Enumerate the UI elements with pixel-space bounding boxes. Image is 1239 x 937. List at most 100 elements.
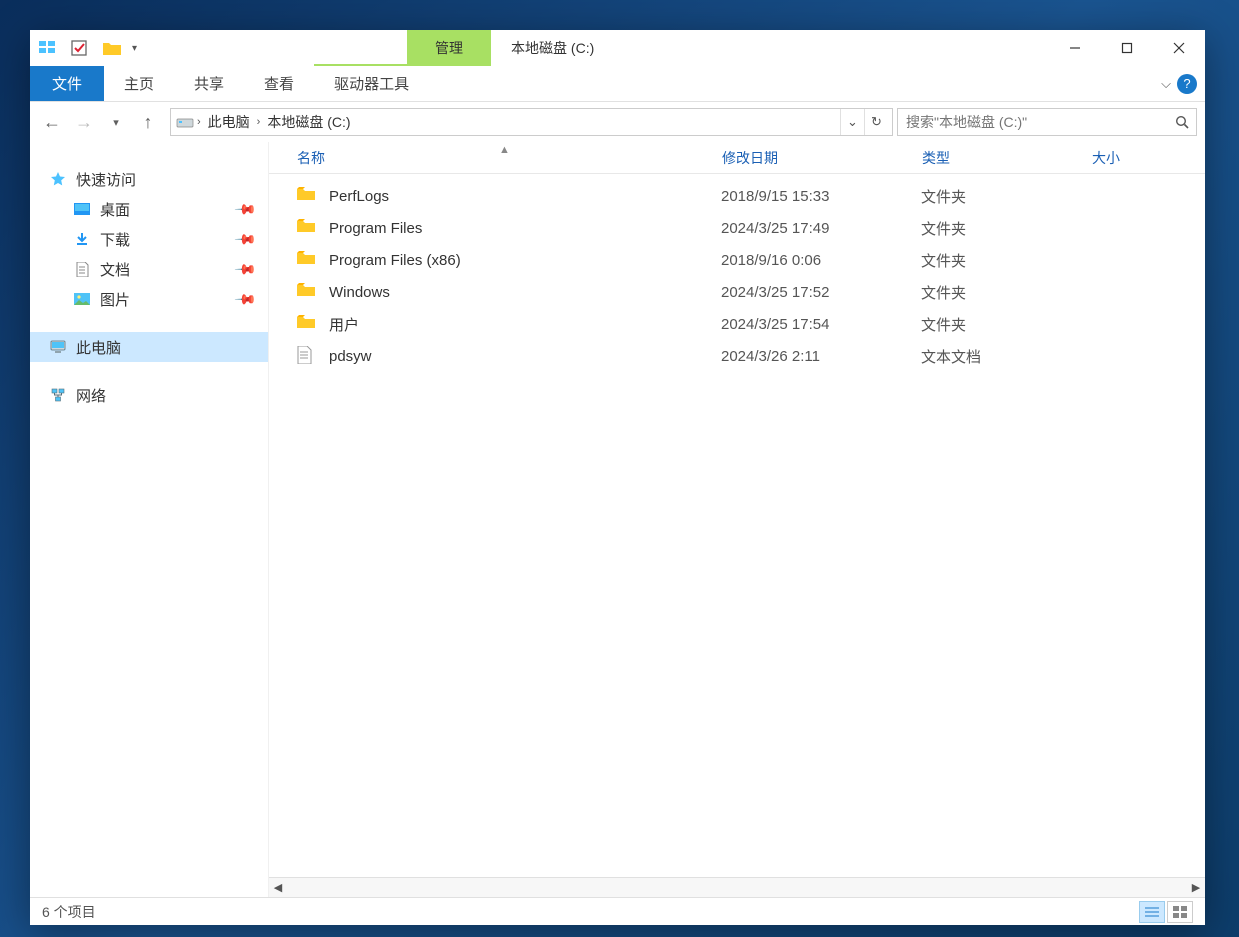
qat-dropdown-icon[interactable]: ▾ — [132, 43, 137, 54]
desktop-icon — [72, 201, 92, 217]
refresh-button[interactable]: ↻ — [864, 109, 888, 135]
drive-icon — [175, 113, 195, 131]
search-box[interactable] — [897, 108, 1197, 136]
file-date: 2024/3/26 2:11 — [721, 348, 921, 365]
app-icon[interactable] — [36, 36, 60, 60]
file-name: Program Files (x86) — [329, 252, 461, 269]
column-date[interactable]: 修改日期 — [722, 148, 922, 168]
sidebar-quick-access[interactable]: 快速访问 — [30, 164, 268, 194]
window-title: 本地磁盘 (C:) — [491, 30, 1049, 66]
navigation-pane: 快速访问 桌面 📌 下载 📌 文档 📌 图片 📌 — [30, 142, 268, 897]
file-name: pdsyw — [329, 348, 372, 365]
folder-icon — [297, 314, 319, 334]
ribbon: 文件 主页 共享 查看 驱动器工具 ⌵ ? — [30, 66, 1205, 102]
pin-icon: 📌 — [233, 227, 257, 251]
help-icon[interactable]: ? — [1177, 74, 1197, 94]
status-bar: 6 个项目 — [30, 897, 1205, 925]
thumbnails-view-button[interactable] — [1167, 901, 1193, 923]
file-type: 文件夹 — [921, 186, 1091, 207]
file-row[interactable]: 用户2024/3/25 17:54文件夹 — [269, 308, 1205, 340]
file-date: 2024/3/25 17:54 — [721, 316, 921, 333]
column-size[interactable]: 大小 — [1092, 148, 1120, 168]
forward-button[interactable]: → — [70, 108, 98, 136]
download-icon — [72, 231, 92, 247]
scroll-left-icon[interactable]: ◀ — [269, 879, 287, 897]
star-icon — [48, 171, 68, 187]
item-count: 6 个项目 — [42, 902, 96, 922]
file-type: 文件夹 — [921, 218, 1091, 239]
breadcrumb-this-pc[interactable]: 此电脑 — [203, 112, 255, 132]
sort-indicator-icon: ▲ — [499, 144, 510, 156]
body: 快速访问 桌面 📌 下载 📌 文档 📌 图片 📌 — [30, 142, 1205, 897]
picture-icon — [72, 291, 92, 307]
ribbon-expand-icon[interactable]: ⌵ — [1161, 76, 1171, 92]
up-button[interactable]: ↑ — [134, 108, 162, 136]
file-tab[interactable]: 文件 — [30, 66, 104, 101]
home-tab[interactable]: 主页 — [104, 66, 174, 101]
recent-dropdown-icon[interactable]: ▾ — [102, 108, 130, 136]
file-date: 2018/9/16 0:06 — [721, 252, 921, 269]
minimize-button[interactable] — [1049, 30, 1101, 66]
content-pane: 名称 ▲ 修改日期 类型 大小 PerfLogs2018/9/15 15:33文… — [268, 142, 1205, 897]
sidebar-item-label: 文档 — [100, 259, 130, 280]
sidebar-this-pc[interactable]: 此电脑 — [30, 332, 268, 362]
back-button[interactable]: ← — [38, 108, 66, 136]
sidebar-network[interactable]: 网络 — [30, 380, 268, 410]
folder-icon — [297, 186, 319, 206]
pc-icon — [48, 339, 68, 355]
document-icon — [72, 261, 92, 277]
drive-tools-tab[interactable]: 驱动器工具 — [314, 64, 429, 101]
titlebar: ▾ 管理 本地磁盘 (C:) — [30, 30, 1205, 66]
file-row[interactable]: Program Files 2024/3/25 17:49文件夹 — [269, 212, 1205, 244]
navigation-bar: ← → ▾ ↑ › 此电脑 › 本地磁盘 (C:) ⌄ ↻ — [30, 102, 1205, 142]
file-name: Program Files — [329, 220, 422, 237]
chevron-right-icon[interactable]: › — [195, 116, 203, 128]
network-icon — [48, 387, 68, 403]
horizontal-scrollbar[interactable]: ◀ ▶ — [269, 877, 1205, 897]
file-type: 文件夹 — [921, 282, 1091, 303]
search-input[interactable] — [898, 114, 1168, 130]
folder-icon — [297, 250, 319, 270]
address-bar[interactable]: › 此电脑 › 本地磁盘 (C:) ⌄ ↻ — [170, 108, 893, 136]
file-list[interactable]: PerfLogs2018/9/15 15:33文件夹Program Files2… — [269, 174, 1205, 877]
column-headers: 名称 ▲ 修改日期 类型 大小 — [269, 142, 1205, 174]
sidebar-item-label: 图片 — [100, 289, 130, 310]
share-tab[interactable]: 共享 — [174, 66, 244, 101]
file-type: 文件夹 — [921, 250, 1091, 271]
sidebar-item-label: 下载 — [100, 229, 130, 250]
pin-icon: 📌 — [233, 287, 257, 311]
sidebar-pictures[interactable]: 图片 📌 — [30, 284, 268, 314]
chevron-right-icon[interactable]: › — [255, 116, 263, 128]
file-name: Windows — [329, 284, 390, 301]
sidebar-downloads[interactable]: 下载 📌 — [30, 224, 268, 254]
details-view-button[interactable] — [1139, 901, 1165, 923]
quick-access-toolbar: ▾ — [30, 30, 143, 66]
close-button[interactable] — [1153, 30, 1205, 66]
scroll-right-icon[interactable]: ▶ — [1187, 879, 1205, 897]
column-type[interactable]: 类型 — [922, 148, 1092, 168]
sidebar-desktop[interactable]: 桌面 📌 — [30, 194, 268, 224]
folder-icon — [297, 282, 319, 302]
file-name: PerfLogs — [329, 188, 389, 205]
file-row[interactable]: PerfLogs 2018/9/15 15:33文件夹 — [269, 180, 1205, 212]
properties-button[interactable] — [68, 36, 92, 60]
file-row[interactable]: pdsyw2024/3/26 2:11文本文档 — [269, 340, 1205, 372]
view-tab[interactable]: 查看 — [244, 66, 314, 101]
pin-icon: 📌 — [233, 257, 257, 281]
sidebar-documents[interactable]: 文档 📌 — [30, 254, 268, 284]
address-dropdown-icon[interactable]: ⌄ — [840, 109, 864, 135]
file-row[interactable]: Windows 2024/3/25 17:52文件夹 — [269, 276, 1205, 308]
file-date: 2024/3/25 17:49 — [721, 220, 921, 237]
search-icon[interactable] — [1168, 109, 1196, 135]
maximize-button[interactable] — [1101, 30, 1153, 66]
file-row[interactable]: Program Files (x86) 2018/9/16 0:06文件夹 — [269, 244, 1205, 276]
sidebar-item-label: 网络 — [76, 385, 106, 406]
file-date: 2018/9/15 15:33 — [721, 188, 921, 205]
breadcrumb-drive-c[interactable]: 本地磁盘 (C:) — [262, 112, 355, 132]
file-date: 2024/3/25 17:52 — [721, 284, 921, 301]
manage-contextual-tab[interactable]: 管理 — [407, 30, 491, 66]
file-name: 用户 — [329, 314, 359, 335]
folder-icon — [297, 218, 319, 238]
new-folder-button[interactable] — [100, 36, 124, 60]
pin-icon: 📌 — [233, 197, 257, 221]
